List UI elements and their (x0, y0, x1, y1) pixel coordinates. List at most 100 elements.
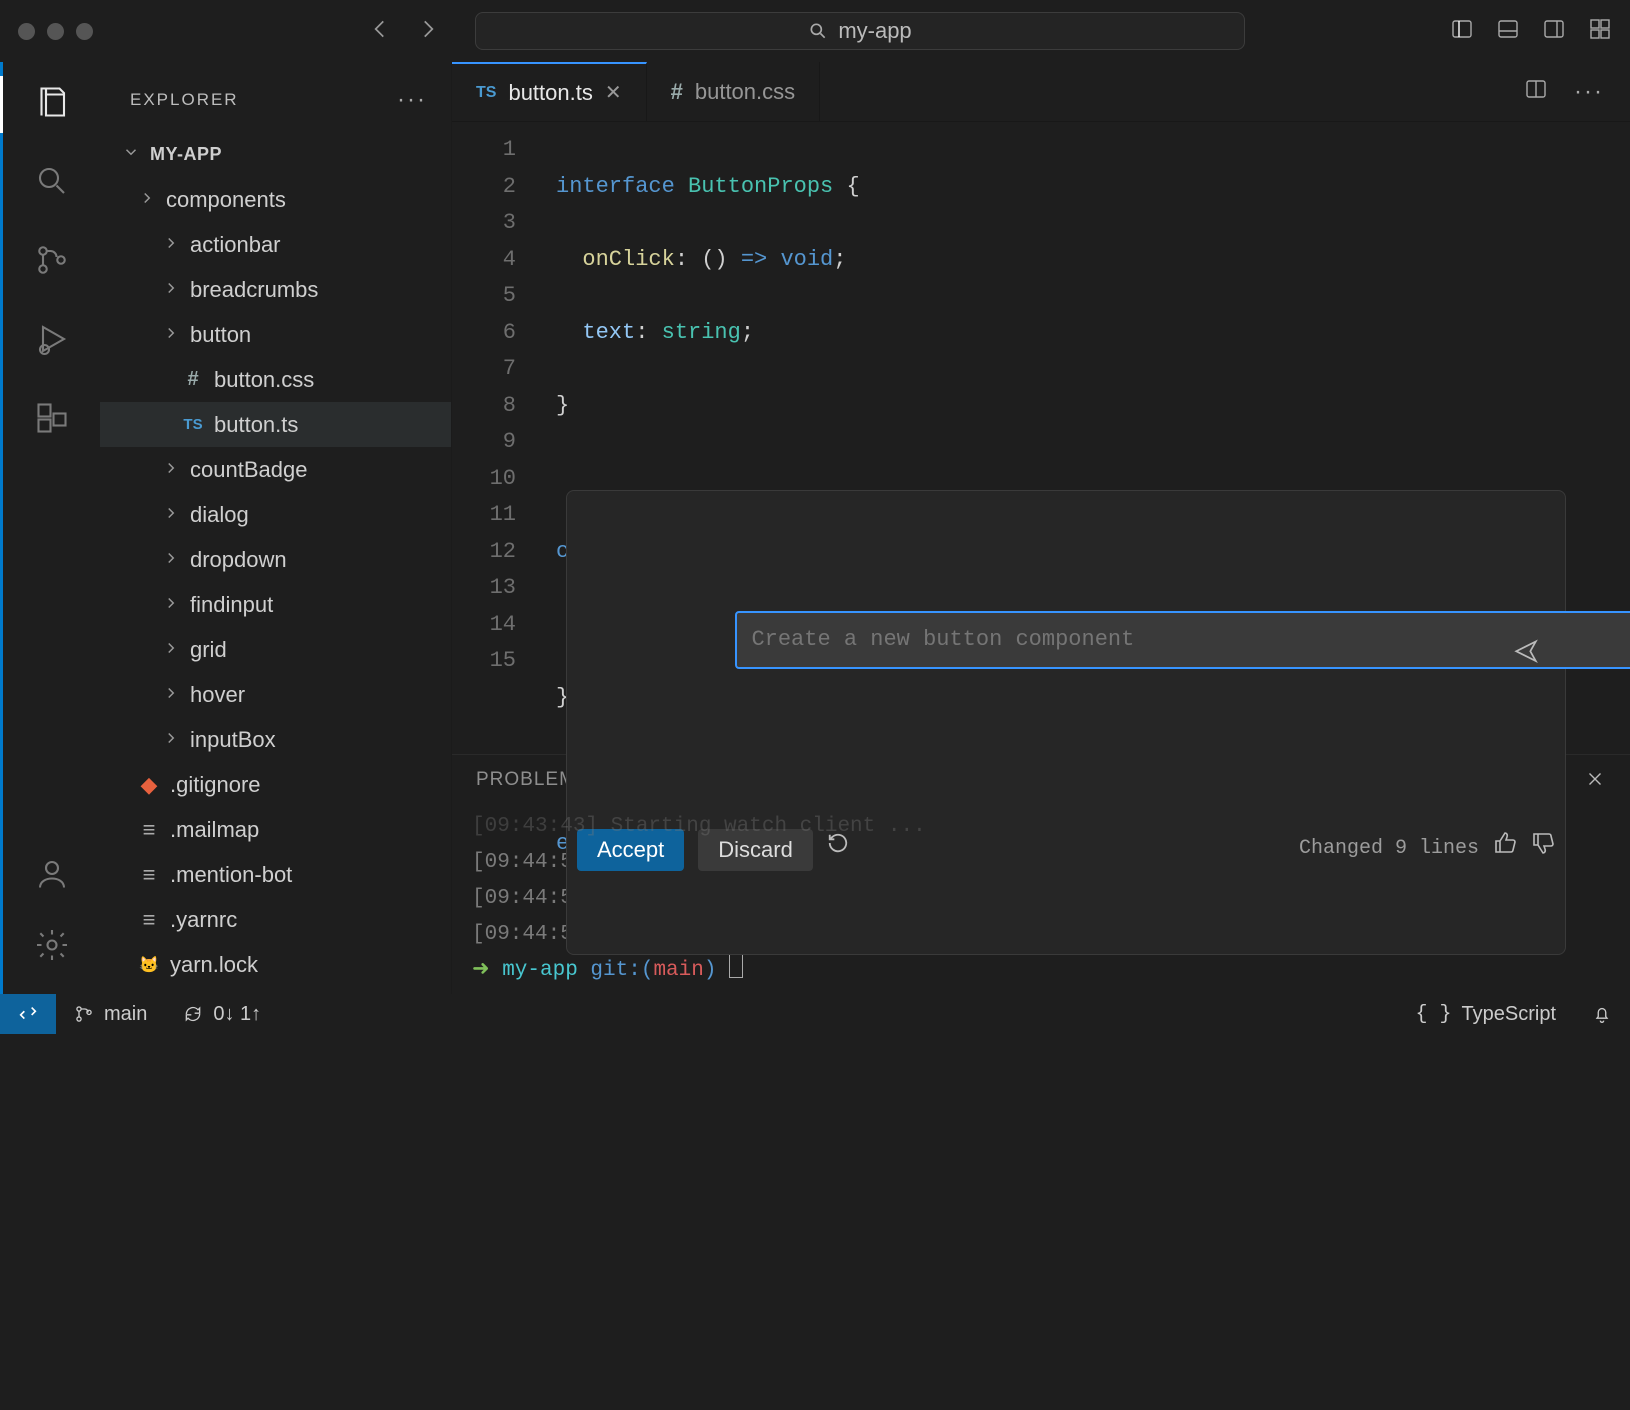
project-root[interactable]: MY-APP (100, 132, 451, 177)
status-branch[interactable]: main (56, 1003, 165, 1026)
chevron-right-icon (162, 727, 180, 753)
chevron-right-icon (162, 232, 180, 258)
nav-back-icon[interactable] (367, 16, 393, 47)
send-icon[interactable] (1513, 638, 1539, 678)
tree-item-label: hover (190, 682, 245, 708)
line-number: 2 (452, 169, 516, 206)
chevron-right-icon (162, 682, 180, 708)
title-bar: my-app (0, 0, 1630, 62)
git-file-icon: ◆ (138, 772, 160, 798)
panel-left-icon[interactable] (1450, 17, 1474, 46)
chevron-right-icon (162, 502, 180, 528)
tree-item-label: button.css (214, 367, 314, 393)
file-tree-file[interactable]: ◆ .gitignore (100, 762, 451, 807)
minimize-window-icon[interactable] (47, 23, 64, 40)
tree-item-label: .mention-bot (170, 862, 292, 888)
line-number: 6 (452, 315, 516, 352)
line-number: 9 (452, 424, 516, 461)
nav-forward-icon[interactable] (415, 16, 441, 47)
line-number: 11 (452, 497, 516, 534)
file-tree-folder[interactable]: button (100, 312, 451, 357)
activity-run-debug-icon[interactable] (34, 321, 70, 362)
explorer-sidebar: EXPLORER ··· MY-APP components actionbar b… (100, 62, 452, 994)
activity-extensions-icon[interactable] (34, 400, 70, 441)
file-tree-file[interactable]: ≡ .mention-bot (100, 852, 451, 897)
tree-item-label: findinput (190, 592, 273, 618)
project-name: MY-APP (150, 144, 222, 165)
file-tree-file[interactable]: ≡.yarnrc (100, 897, 451, 942)
file-tree-folder[interactable]: findinput (100, 582, 451, 627)
file-tree-folder[interactable]: dropdown (100, 537, 451, 582)
file-tree-folder[interactable]: components (100, 177, 451, 222)
text-file-icon: ≡ (138, 862, 160, 888)
tab-button-ts[interactable]: TS button.ts ✕ (452, 62, 647, 121)
line-number: 7 (452, 351, 516, 388)
inline-chat-widget: Accept Discard Changed 9 lines (566, 490, 1566, 955)
line-number: 13 (452, 570, 516, 607)
file-tree-file[interactable]: TSbutton.ts (100, 402, 451, 447)
line-gutter: 123456789101112131415 (452, 122, 540, 754)
file-tree-folder[interactable]: countBadge (100, 447, 451, 492)
line-number: 8 (452, 388, 516, 425)
inline-chat-input[interactable] (735, 611, 1630, 669)
maximize-window-icon[interactable] (76, 23, 93, 40)
tree-item-label: .gitignore (170, 772, 261, 798)
file-tree-folder[interactable]: dialog (100, 492, 451, 537)
line-number: 3 (452, 205, 516, 242)
tree-item-label: components (166, 187, 286, 213)
chevron-right-icon (162, 592, 180, 618)
window-controls (18, 23, 93, 40)
chevron-right-icon (162, 457, 180, 483)
activity-accounts-icon[interactable] (34, 856, 70, 897)
tree-item-label: breadcrumbs (190, 277, 318, 303)
tree-item-label: yarn.lock (170, 952, 258, 978)
code-editor[interactable]: interface ButtonProps { onClick: () => v… (540, 122, 1630, 754)
sidebar-title: EXPLORER (130, 90, 239, 110)
panel-bottom-icon[interactable] (1496, 17, 1520, 46)
tree-item-label: dialog (190, 502, 249, 528)
file-tree-folder[interactable]: breadcrumbs (100, 267, 451, 312)
css-file-icon: # (182, 368, 204, 391)
sidebar-more-icon[interactable]: ··· (397, 86, 427, 114)
tree-item-label: inputBox (190, 727, 276, 753)
file-tree-folder[interactable]: actionbar (100, 222, 451, 267)
remote-indicator[interactable] (0, 994, 56, 1034)
activity-source-control-icon[interactable] (34, 242, 70, 283)
activity-bar (0, 62, 100, 994)
file-tree-folder[interactable]: hover (100, 672, 451, 717)
tree-item-label: actionbar (190, 232, 281, 258)
file-tree: MY-APP components actionbar breadcrumbs but… (100, 132, 451, 994)
more-actions-icon[interactable]: ··· (1574, 78, 1604, 106)
file-tree-folder[interactable]: grid (100, 627, 451, 672)
close-icon[interactable]: ✕ (605, 80, 622, 105)
tree-item-label: .mailmap (170, 817, 259, 843)
activity-settings-icon[interactable] (34, 927, 70, 968)
tab-label: button.ts (508, 80, 592, 106)
line-number: 15 (452, 643, 516, 680)
chevron-right-icon (138, 187, 156, 213)
yarn-file-icon: 🐱 (138, 955, 160, 975)
chevron-down-icon (122, 143, 140, 166)
activity-explorer-icon[interactable] (34, 84, 70, 125)
panel-right-icon[interactable] (1542, 17, 1566, 46)
line-number: 10 (452, 461, 516, 498)
file-tree-file[interactable]: 🐱 yarn.lock (100, 942, 451, 987)
activity-search-icon[interactable] (34, 163, 70, 204)
file-tree-file[interactable]: # button.css (100, 357, 451, 402)
file-tree-file[interactable]: ≡.mailmap (100, 807, 451, 852)
command-center[interactable]: my-app (475, 12, 1245, 50)
file-tree-folder[interactable]: inputBox (100, 717, 451, 762)
chevron-right-icon (162, 637, 180, 663)
chevron-right-icon (162, 277, 180, 303)
tab-label: button.css (695, 79, 795, 105)
status-sync[interactable]: 0↓ 1↑ (165, 1003, 279, 1026)
tab-button-css[interactable]: # button.css (647, 62, 821, 121)
layout-customize-icon[interactable] (1588, 17, 1612, 46)
text-file-icon: ≡ (138, 907, 160, 933)
close-window-icon[interactable] (18, 23, 35, 40)
split-editor-icon[interactable] (1524, 77, 1548, 106)
line-number: 4 (452, 242, 516, 279)
tree-item-label: button.ts (214, 412, 298, 438)
typescript-icon: TS (476, 84, 496, 102)
command-center-text: my-app (838, 18, 911, 44)
